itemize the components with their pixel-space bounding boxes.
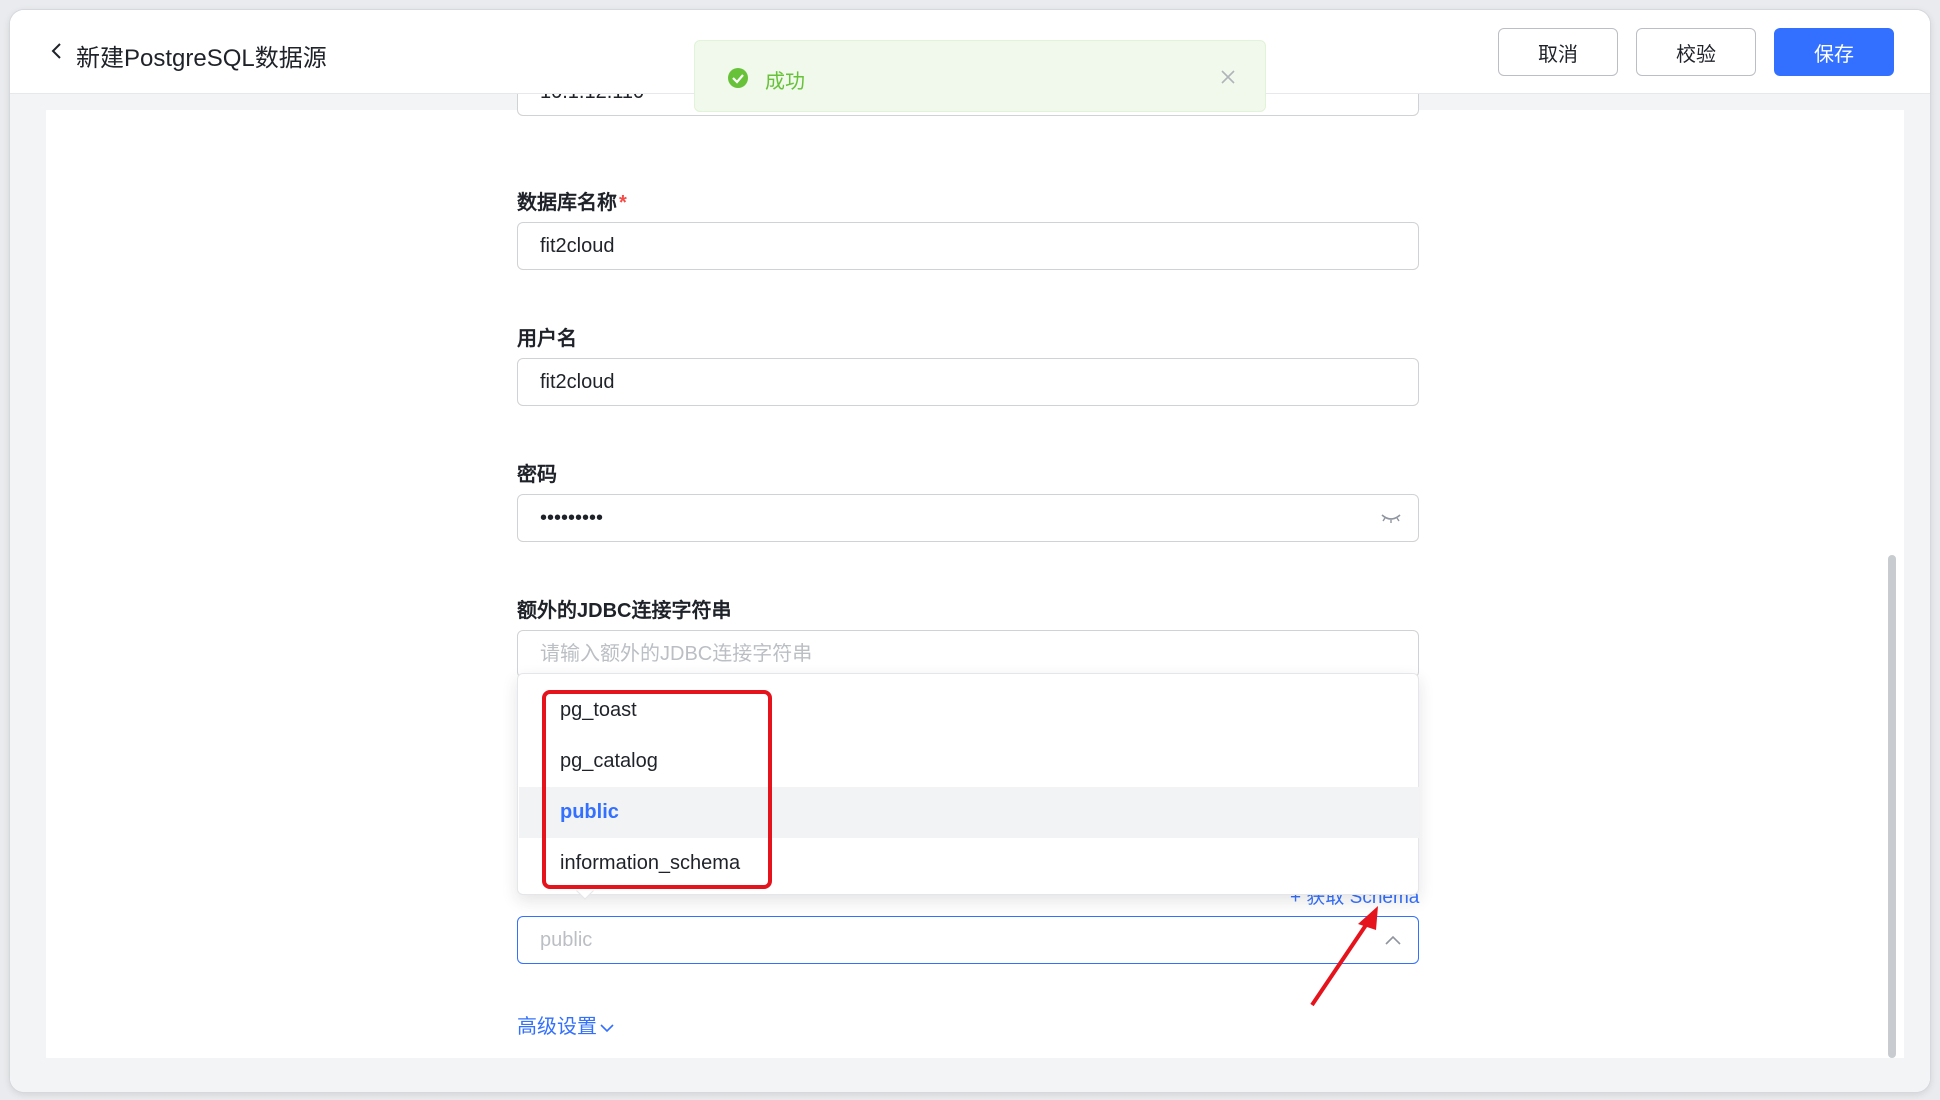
db-name-input[interactable]: fit2cloud — [517, 222, 1419, 270]
page-title: 新建PostgreSQL数据源 — [76, 45, 327, 72]
app-window: 新建PostgreSQL数据源 取消 校验 保存 10.1.12.110 数据库… — [10, 10, 1930, 1092]
password-label: 密码 — [517, 464, 557, 486]
password-input[interactable]: ••••••••• — [517, 494, 1419, 542]
db-name-label: 数据库名称 * — [517, 192, 627, 214]
annotation-arrow — [1310, 906, 1378, 1007]
cancel-button[interactable]: 取消 — [1498, 28, 1618, 76]
check-circle-icon — [728, 68, 748, 88]
username-value: fit2cloud — [540, 371, 615, 393]
jdbc-label: 额外的JDBC连接字符串 — [517, 600, 732, 622]
chevron-down-icon — [600, 1024, 614, 1033]
db-name-value: fit2cloud — [540, 235, 615, 257]
dropdown-arrow — [576, 890, 594, 900]
required-mark: * — [619, 192, 627, 214]
toast-message: 成功 — [765, 71, 805, 93]
schema-select[interactable]: public — [517, 916, 1419, 964]
username-input[interactable]: fit2cloud — [517, 358, 1419, 406]
username-label: 用户名 — [517, 328, 577, 350]
password-value: ••••••••• — [540, 507, 604, 529]
jdbc-input[interactable]: 请输入额外的JDBC连接字符串 — [517, 630, 1419, 678]
close-icon[interactable] — [1219, 68, 1237, 86]
schema-select-placeholder: public — [540, 929, 593, 951]
eye-closed-icon[interactable] — [1380, 509, 1402, 527]
verify-button[interactable]: 校验 — [1636, 28, 1756, 76]
save-button[interactable]: 保存 — [1774, 28, 1894, 76]
jdbc-placeholder: 请输入额外的JDBC连接字符串 — [540, 643, 813, 665]
chevron-left-icon[interactable] — [46, 40, 68, 62]
advanced-settings-label: 高级设置 — [517, 1016, 597, 1038]
scrollbar[interactable] — [1888, 555, 1896, 1058]
annotation-highlight-box — [542, 690, 772, 889]
success-toast: 成功 — [694, 40, 1266, 112]
advanced-settings-link[interactable]: 高级设置 — [517, 1010, 614, 1039]
